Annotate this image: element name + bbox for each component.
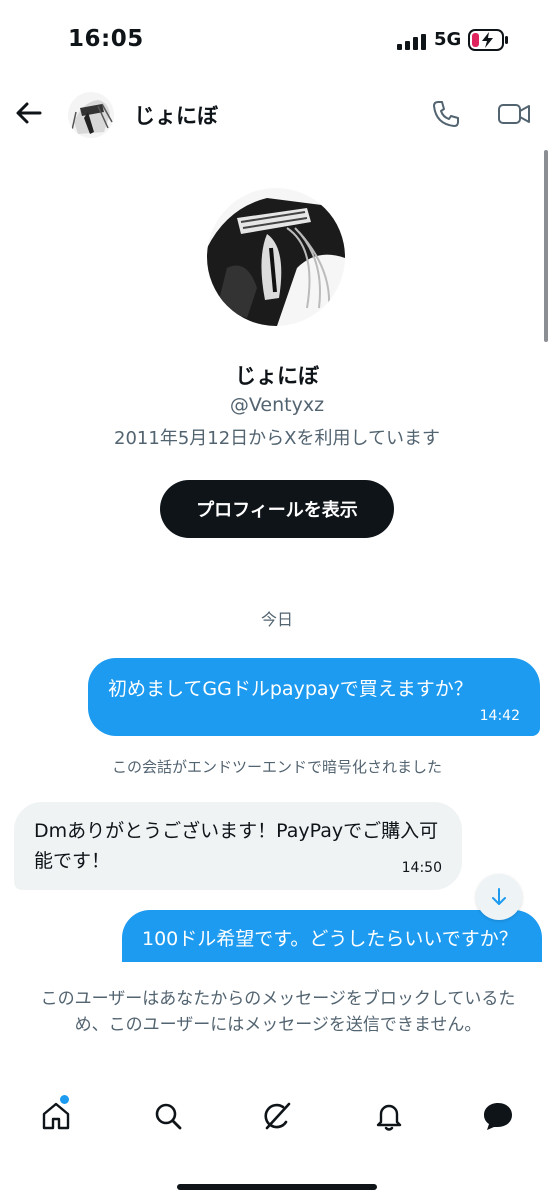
signal-icon	[397, 34, 426, 50]
view-profile-button[interactable]: プロフィールを表示	[160, 480, 394, 538]
message-text: Dmありがとうございます！PayPayでご購入可能です！	[34, 820, 439, 872]
profile-name: じょにぼ	[235, 364, 319, 388]
home-icon	[42, 1102, 70, 1130]
message-time: 14:50	[401, 860, 442, 876]
search-icon	[155, 1103, 182, 1130]
conversation-title: じょにぼ	[134, 104, 218, 128]
status-time: 16:05	[68, 26, 144, 52]
tab-notifications[interactable]	[367, 1094, 411, 1138]
notification-dot	[60, 1095, 69, 1104]
scroll-to-bottom-button[interactable]	[476, 874, 522, 920]
profile-handle: @Ventyxz	[229, 394, 325, 416]
tab-home[interactable]	[34, 1094, 78, 1138]
avatar-illustration-icon	[207, 188, 345, 326]
tab-search[interactable]	[146, 1094, 190, 1138]
profile-joined-date: 2011年5月12日からXを利用しています	[114, 428, 440, 449]
phone-icon[interactable]	[430, 98, 462, 130]
avatar-illustration-icon	[68, 92, 114, 138]
messages-icon	[484, 1103, 512, 1130]
header-avatar[interactable]	[68, 92, 114, 138]
profile-avatar[interactable]	[207, 188, 345, 326]
encryption-notice: この会話がエンドツーエンドで暗号化されました	[111, 758, 442, 776]
arrow-down-icon	[492, 888, 506, 905]
message-time: 14:42	[479, 708, 520, 724]
outgoing-message[interactable]: 初めましてGGドルpaypayで買えますか？ 14:42	[88, 658, 540, 736]
grok-icon	[264, 1102, 291, 1130]
message-text: 100ドル希望です。どうしたらいいですか？	[142, 928, 518, 950]
battery-icon	[468, 29, 508, 51]
tab-grok[interactable]	[255, 1094, 299, 1138]
tab-messages[interactable]	[476, 1094, 520, 1138]
network-label: 5G	[434, 29, 462, 50]
scrollbar[interactable]	[544, 150, 548, 342]
message-text: 初めましてGGドルpaypayで買えますか？	[108, 678, 473, 700]
video-call-icon[interactable]	[496, 98, 532, 130]
incoming-message[interactable]: Dmありがとうございます！PayPayでご購入可能です！ 14:50	[14, 802, 462, 890]
date-separator: 今日	[260, 610, 293, 629]
back-arrow-icon[interactable]	[12, 96, 46, 130]
home-indicator	[177, 1184, 377, 1190]
blocked-notice: このユーザーはあなたからのメッセージをブロックしているため、このユーザーにはメッ…	[40, 989, 516, 1035]
bell-icon	[376, 1104, 402, 1131]
